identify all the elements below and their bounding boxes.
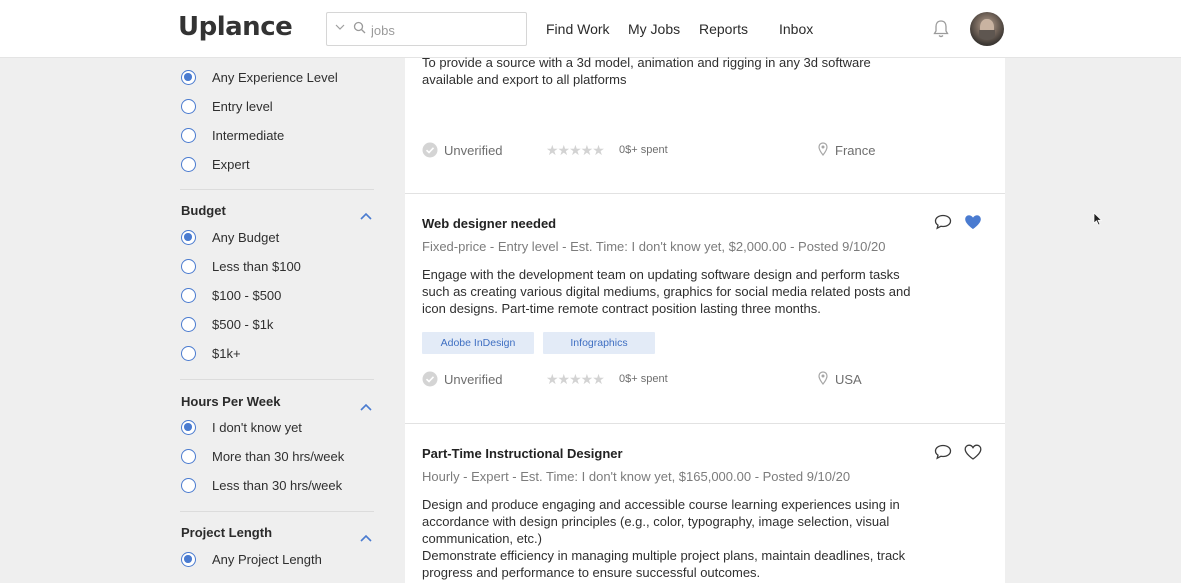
radio-button[interactable] bbox=[181, 552, 196, 567]
radio-label: Expert bbox=[212, 157, 250, 172]
logo[interactable]: Uplance bbox=[178, 12, 293, 42]
budget-heading[interactable]: Budget bbox=[181, 203, 226, 218]
length-heading[interactable]: Project Length bbox=[181, 525, 272, 540]
radio-label: I don't know yet bbox=[212, 420, 302, 435]
location-pin-icon bbox=[818, 142, 828, 156]
radio-button[interactable] bbox=[181, 317, 196, 332]
amount-spent: 0$+ spent bbox=[619, 373, 668, 385]
job-meta: Hourly - Expert - Est. Time: I don't kno… bbox=[422, 469, 851, 484]
job-description: Design and produce engaging and accessib… bbox=[422, 497, 900, 546]
avatar[interactable] bbox=[970, 12, 1004, 46]
verification-status: Unverified bbox=[444, 372, 503, 387]
chevron-up-icon[interactable] bbox=[360, 398, 372, 411]
chevron-down-icon[interactable] bbox=[335, 22, 347, 34]
radio-label: Any Project Length bbox=[212, 552, 322, 567]
job-card[interactable]: To provide a source with a 3d model, ani… bbox=[405, 55, 1005, 193]
radio-button[interactable] bbox=[181, 157, 196, 172]
star-rating: ★★★★★ bbox=[546, 142, 605, 158]
skill-tag[interactable]: Adobe InDesign bbox=[422, 332, 534, 354]
nav-reports[interactable]: Reports bbox=[699, 21, 748, 37]
heart-icon[interactable] bbox=[964, 214, 984, 232]
top-bar: Uplance Find Work My Jobs Reports Inbox bbox=[0, 0, 1181, 58]
radio-button[interactable] bbox=[181, 259, 196, 274]
job-meta: Fixed-price - Entry level - Est. Time: I… bbox=[422, 239, 886, 254]
radio-label: Less than $100 bbox=[212, 259, 301, 274]
job-title[interactable]: Part-Time Instructional Designer bbox=[422, 446, 623, 461]
skill-tag[interactable]: Infographics bbox=[543, 332, 655, 354]
radio-label: Any Experience Level bbox=[212, 70, 338, 85]
radio-label: $100 - $500 bbox=[212, 288, 282, 303]
amount-spent: 0$+ spent bbox=[619, 144, 668, 156]
job-description: Demonstrate efficiency in managing multi… bbox=[422, 548, 906, 580]
radio-label: Intermediate bbox=[212, 128, 285, 143]
job-country: France bbox=[835, 143, 876, 158]
search-input[interactable] bbox=[371, 20, 521, 40]
radio-button[interactable] bbox=[181, 346, 196, 361]
job-list: To provide a source with a 3d model, ani… bbox=[405, 55, 1005, 583]
radio-button[interactable] bbox=[181, 478, 196, 493]
job-card[interactable]: Web designer needed Fixed-price - Entry … bbox=[405, 194, 1005, 423]
radio-label: $1k+ bbox=[212, 346, 241, 361]
radio-label: Entry level bbox=[212, 99, 273, 114]
nav-my-jobs[interactable]: My Jobs bbox=[628, 21, 680, 37]
star-rating: ★★★★★ bbox=[546, 371, 605, 387]
job-title[interactable]: Web designer needed bbox=[422, 216, 556, 231]
radio-label: Any Budget bbox=[212, 230, 280, 245]
job-footer: Unverified ★★★★★ 0$+ spent USA bbox=[422, 371, 982, 389]
radio-button[interactable] bbox=[181, 70, 196, 85]
radio-button[interactable] bbox=[181, 99, 196, 114]
radio-label: $500 - $1k bbox=[212, 317, 274, 332]
search-icon bbox=[353, 21, 367, 35]
chat-bubble-icon[interactable] bbox=[934, 444, 954, 462]
nav-inbox[interactable]: Inbox bbox=[779, 21, 813, 37]
radio-button[interactable] bbox=[181, 230, 196, 245]
divider bbox=[180, 511, 374, 512]
radio-button[interactable] bbox=[181, 449, 196, 464]
job-country: USA bbox=[835, 372, 862, 387]
mouse-cursor bbox=[1093, 212, 1103, 226]
heart-icon[interactable] bbox=[964, 444, 984, 462]
chevron-up-icon[interactable] bbox=[360, 529, 372, 542]
radio-button[interactable] bbox=[181, 128, 196, 143]
avatar-beard bbox=[979, 30, 995, 40]
radio-label: Less than 30 hrs/week bbox=[212, 478, 343, 493]
search-box[interactable] bbox=[326, 12, 527, 46]
divider bbox=[180, 379, 374, 380]
bell-icon[interactable] bbox=[932, 19, 950, 39]
hours-heading[interactable]: Hours Per Week bbox=[181, 394, 280, 409]
job-description: To provide a source with a 3d model, ani… bbox=[422, 55, 871, 87]
check-circle-icon bbox=[422, 371, 438, 387]
location-pin-icon bbox=[818, 371, 828, 385]
chevron-up-icon[interactable] bbox=[360, 207, 372, 220]
verification-status: Unverified bbox=[444, 143, 503, 158]
check-circle-icon bbox=[422, 142, 438, 158]
radio-label: More than 30 hrs/week bbox=[212, 449, 345, 464]
radio-button[interactable] bbox=[181, 288, 196, 303]
job-card[interactable]: Part-Time Instructional Designer Hourly … bbox=[405, 424, 1005, 583]
radio-button[interactable] bbox=[181, 420, 196, 435]
job-footer: Unverified ★★★★★ 0$+ spent France bbox=[422, 142, 982, 160]
nav-find-work[interactable]: Find Work bbox=[546, 21, 610, 37]
job-description: Engage with the development team on upda… bbox=[422, 267, 911, 316]
divider bbox=[180, 189, 374, 190]
chat-bubble-icon[interactable] bbox=[934, 214, 954, 232]
